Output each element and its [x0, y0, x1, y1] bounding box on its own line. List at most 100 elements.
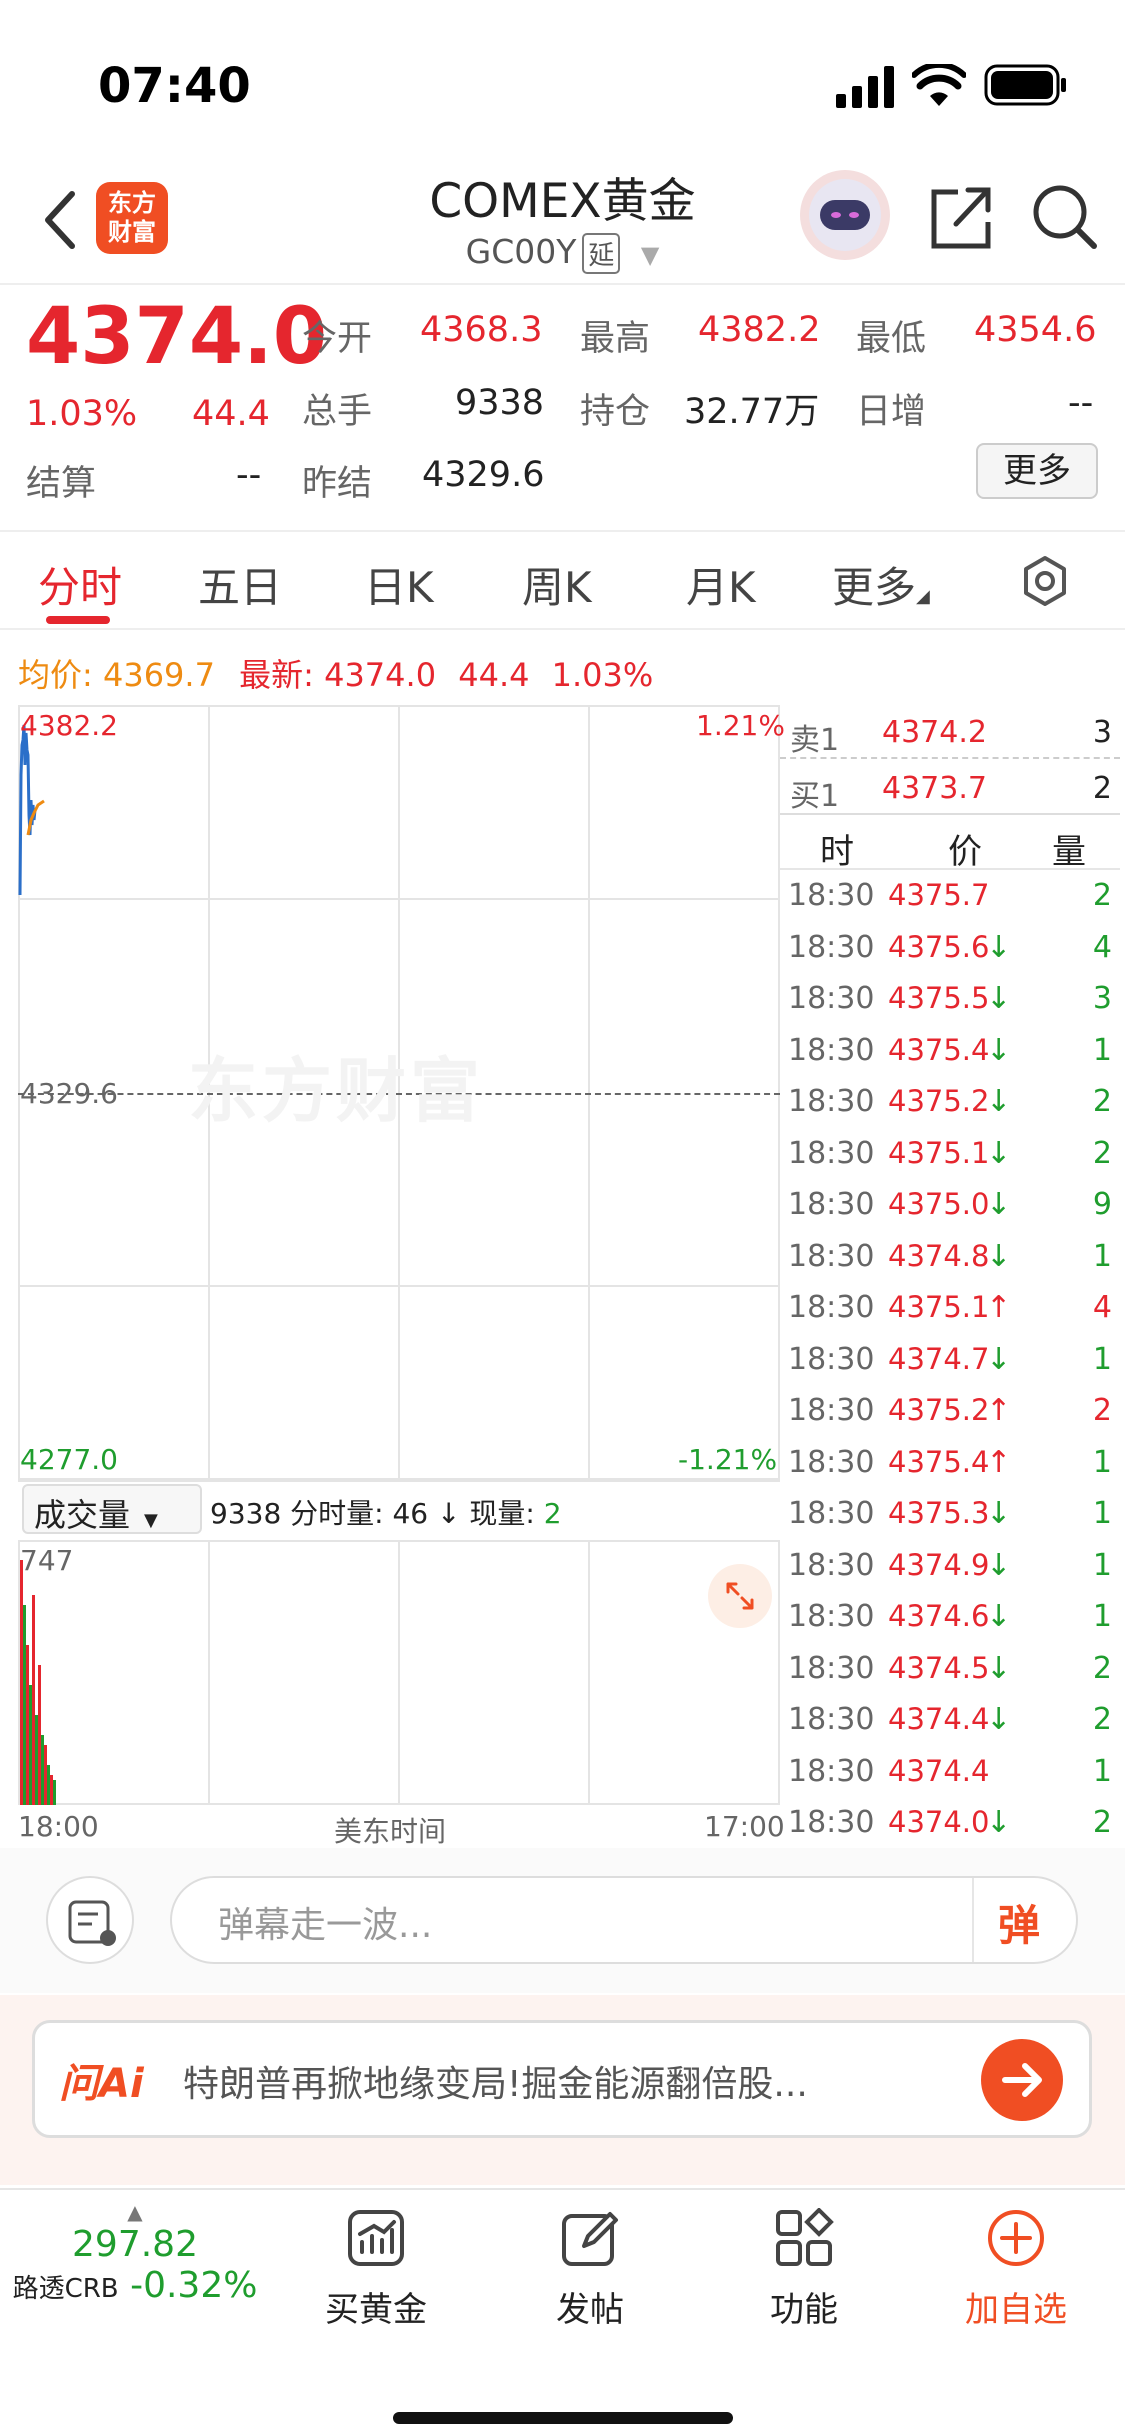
chart-icon: [348, 2210, 404, 2266]
position-label: 持仓: [580, 392, 651, 432]
tick-direction-icon: ↓: [986, 929, 1012, 965]
tick-time: 18:30: [788, 878, 875, 913]
tick-price: 4375.2: [888, 1084, 990, 1118]
tick-time: 18:30: [788, 1650, 875, 1686]
tick-price: 4375.2: [888, 1393, 990, 1427]
tick-qty: 1: [1092, 1599, 1112, 1634]
tick-qty: 1: [1092, 1547, 1112, 1583]
change-pct: 1.03%: [26, 394, 138, 434]
latest-pct: 1.03%: [551, 656, 654, 694]
danmu-settings-icon[interactable]: [46, 1876, 134, 1964]
intraday-chart[interactable]: 东方财富 4382.2 4329.6 4277.0 1.21% -1.21%: [18, 705, 785, 1482]
functions-label: 功能: [770, 2290, 838, 2330]
volume-max-label: 747: [20, 1544, 74, 1577]
volume-current: 2: [543, 1497, 562, 1530]
share-icon[interactable]: [928, 182, 994, 252]
index-ticker[interactable]: ▲ 297.82 路透CRB -0.32%: [0, 2200, 270, 2306]
danmu-button[interactable]: 弹: [998, 1892, 1040, 1953]
nav-header: 东方 财富 COMEX黄金 GC00Y 延 ▼: [0, 160, 1125, 285]
tick-price: 4374.0: [888, 1805, 990, 1839]
robot-assistant-icon[interactable]: [800, 170, 890, 260]
volume-selector[interactable]: 成交量 ▼: [22, 1484, 202, 1534]
tick-price: 4375.7: [888, 878, 990, 912]
tab-weekly-k[interactable]: 周K: [522, 554, 592, 615]
tick-qty: 1: [1092, 1496, 1112, 1531]
avg-label: 均价:: [18, 656, 93, 694]
dropdown-icon: ▼: [640, 241, 660, 269]
comment-input[interactable]: 弹幕走一波... 弹: [170, 1876, 1078, 1964]
chart-tabs: 分时 五日 日K 周K 月K 更多◢: [0, 530, 1125, 630]
tick-time: 18:30: [788, 1702, 875, 1737]
x-end-label: 17:00: [704, 1810, 785, 1843]
tick-qty: 1: [1092, 1032, 1112, 1068]
tick-time: 18:30: [788, 1393, 875, 1428]
tick-qty: 9: [1092, 1187, 1112, 1222]
tab-intraday[interactable]: 分时: [38, 554, 122, 615]
tick-direction-icon: ↓: [986, 1599, 1012, 1634]
position-value: 32.77万: [684, 392, 820, 432]
tick-price: 4375.4: [888, 1444, 990, 1479]
latest-change: 44.4: [458, 656, 530, 694]
tick-direction-icon: ↓: [986, 1702, 1012, 1737]
comment-bar: 弹幕走一波... 弹: [0, 1848, 1125, 1993]
buy-gold-button[interactable]: 买黄金: [276, 2208, 476, 2331]
tick-direction-icon: ↓: [986, 981, 1012, 1016]
tab-monthly-k[interactable]: 月K: [686, 554, 756, 615]
tick-qty: 1: [1092, 1753, 1112, 1789]
grid-line: [208, 1540, 210, 1805]
buy-gold-label: 买黄金: [325, 2290, 427, 2330]
ticks-header-time: 时: [820, 832, 854, 872]
caret-up-icon: ▲: [127, 2200, 143, 2224]
high-label: 最高: [580, 319, 651, 359]
tick-row: 18:30 4374.0 ↓ 2: [780, 1797, 1120, 1849]
tick-qty: 2: [1092, 878, 1112, 913]
search-icon[interactable]: [1030, 180, 1100, 252]
tick-qty: 2: [1092, 1702, 1112, 1737]
tab-more[interactable]: 更多◢: [832, 554, 930, 615]
tick-panel: 卖1 4374.2 3 买1 4373.7 2 时 价 量 18:30 4375.…: [780, 705, 1125, 1845]
functions-button[interactable]: 功能: [704, 2207, 904, 2331]
y-bottom-label: 4277.0: [20, 1443, 118, 1476]
tick-time: 18:30: [788, 1444, 875, 1480]
tick-time: 18:30: [788, 1547, 875, 1583]
buy-row: 买1 4373.7 2: [780, 763, 1120, 815]
open-label: 今开: [302, 319, 373, 359]
latest-value: 4374.0: [324, 656, 437, 694]
ai-banner[interactable]: 问Ai 特朗普再掀地缘变局!掘金能源翻倍股...: [32, 2020, 1092, 2138]
tick-direction-icon: ↓: [986, 1805, 1012, 1840]
expand-icon[interactable]: [708, 1564, 772, 1628]
arrow-right-icon[interactable]: [981, 2039, 1063, 2121]
tick-qty: 2: [1092, 1805, 1112, 1840]
plus-circle-icon: [988, 2210, 1044, 2266]
tab-five-day[interactable]: 五日: [198, 554, 282, 615]
more-button[interactable]: 更多: [976, 443, 1098, 499]
wifi-icon: [912, 64, 966, 106]
tick-price: 4374.4: [888, 1702, 990, 1736]
signal-icon: [836, 66, 894, 108]
tick-row: 18:30 4374.8 ↓ 1: [780, 1231, 1120, 1283]
comment-placeholder: 弹幕走一波...: [218, 1905, 433, 1946]
post-button[interactable]: 发帖: [490, 2208, 690, 2331]
settle-value: --: [236, 455, 262, 495]
intraday-summary: 均价: 4369.7 最新: 4374.0 44.4 1.03%: [18, 650, 653, 696]
tick-direction-icon: ↓: [986, 1496, 1012, 1531]
tick-row: 18:30 4375.4 ↓ 1: [780, 1025, 1120, 1077]
tick-time: 18:30: [788, 1753, 875, 1789]
tick-direction-icon: ↓: [986, 1187, 1012, 1222]
index-change: -0.32%: [130, 2265, 258, 2306]
buy-label: 买1: [790, 779, 840, 814]
tab-daily-k[interactable]: 日K: [364, 554, 434, 615]
tick-row: 18:30 4375.7 2: [780, 870, 1120, 922]
tick-row: 18:30 4374.6 ↓ 1: [780, 1591, 1120, 1643]
add-watchlist-button[interactable]: 加自选: [916, 2208, 1116, 2331]
tick-time: 18:30: [788, 929, 875, 965]
tick-time: 18:30: [788, 981, 875, 1016]
tab-more-caret-icon: ◢: [916, 586, 930, 607]
settings-icon[interactable]: [1018, 554, 1072, 608]
y-mid-label: 4329.6: [20, 1077, 118, 1110]
avg-value: 4369.7: [102, 656, 215, 694]
ticks-header-price: 价: [948, 832, 982, 872]
tick-price: 4375.4: [888, 1032, 990, 1067]
buy-qty: 2: [1092, 771, 1112, 806]
tick-qty: 1: [1092, 1444, 1112, 1480]
